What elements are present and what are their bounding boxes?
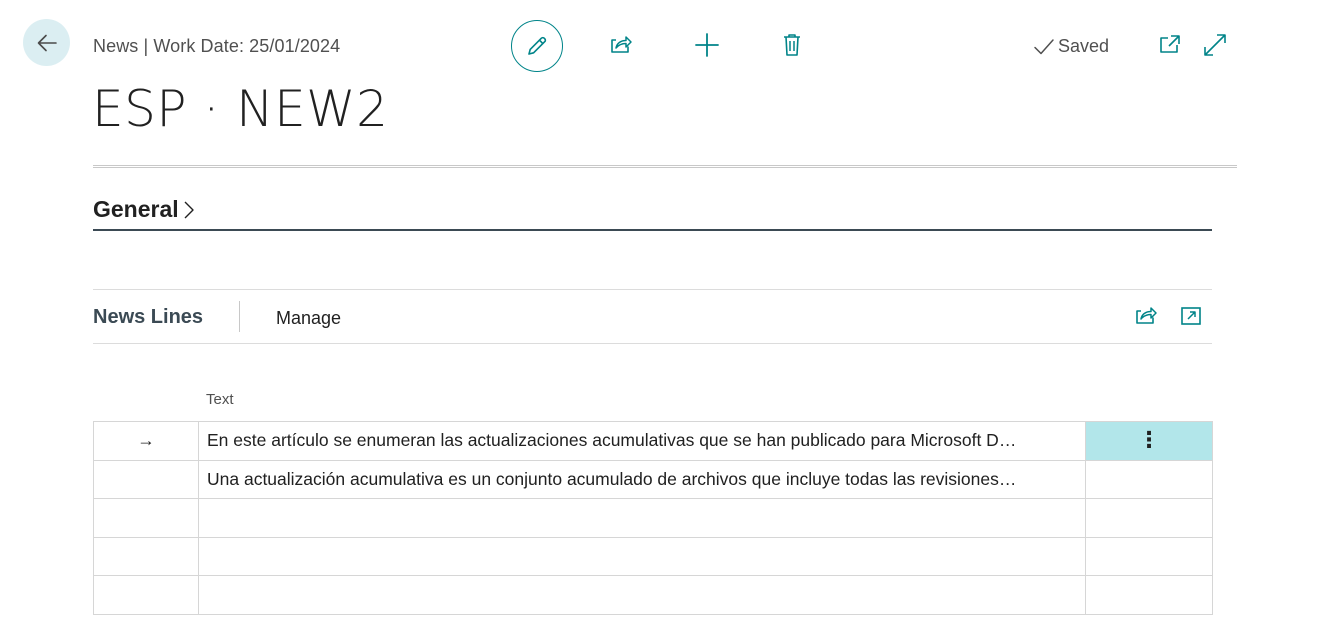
table-row[interactable]	[93, 536, 1213, 577]
row-marker	[93, 575, 199, 615]
news-lines-open-button[interactable]	[1179, 304, 1203, 333]
table-row[interactable]	[93, 575, 1213, 615]
arrow-left-icon	[37, 34, 57, 51]
table-row[interactable]	[93, 498, 1213, 538]
news-lines-separator	[239, 301, 240, 332]
chevron-right-icon	[184, 201, 194, 218]
row-marker: →	[93, 421, 199, 461]
text-cell[interactable]: Una actualización acumulativa es un conj…	[198, 459, 1086, 500]
title-divider	[93, 165, 1237, 168]
text-cell[interactable]	[198, 575, 1086, 615]
text-cell[interactable]	[198, 498, 1086, 538]
text-cell[interactable]	[198, 536, 1086, 577]
share-icon	[1136, 307, 1157, 324]
text-cell[interactable]: En este artículo se enumeran las actuali…	[198, 421, 1086, 461]
row-actions-cell[interactable]: ⋮	[1085, 421, 1213, 461]
open-in-new-window-button[interactable]	[1158, 33, 1182, 57]
expand-button[interactable]	[1203, 33, 1227, 57]
row-actions-cell[interactable]	[1085, 459, 1213, 500]
table-row[interactable]: → En este artículo se enumeran las actua…	[93, 421, 1213, 461]
general-label: General	[93, 196, 179, 222]
share-icon	[611, 36, 632, 53]
row-actions-cell[interactable]	[1085, 575, 1213, 615]
news-lines-table: → En este artículo se enumeran las actua…	[93, 421, 1213, 615]
row-marker	[93, 498, 199, 538]
column-header-text[interactable]: Text	[206, 391, 234, 408]
delete-button[interactable]	[779, 32, 805, 58]
row-marker	[93, 536, 199, 577]
news-lines-share-button[interactable]	[1134, 304, 1158, 333]
pencil-icon	[528, 36, 547, 55]
saved-label: Saved	[1058, 36, 1110, 56]
checkmark-icon	[1034, 38, 1054, 54]
open-in-new-window-icon	[1181, 307, 1201, 325]
open-in-new-window-icon	[1160, 35, 1180, 53]
general-divider	[93, 229, 1212, 231]
more-vertical-icon[interactable]: ⋮	[1138, 427, 1160, 452]
row-actions-cell[interactable]	[1085, 498, 1213, 538]
share-button[interactable]	[608, 32, 634, 58]
general-section-header[interactable]: General	[93, 196, 195, 223]
back-button[interactable]	[23, 19, 70, 66]
manage-menu[interactable]: Manage	[276, 308, 341, 329]
row-marker	[93, 459, 199, 500]
new-button[interactable]	[694, 32, 720, 58]
page-caption: News | Work Date: 25/01/2024	[93, 36, 341, 56]
table-row[interactable]: Una actualización acumulativa es un conj…	[93, 459, 1213, 500]
news-lines-header: News Lines Manage	[93, 289, 1212, 344]
plus-icon	[695, 33, 719, 57]
expand-icon	[1204, 34, 1226, 56]
saved-indicator: Saved	[1033, 36, 1109, 57]
row-actions-cell[interactable]	[1085, 536, 1213, 577]
edit-button[interactable]	[511, 20, 563, 72]
trash-icon	[784, 34, 800, 56]
news-lines-title: News Lines	[93, 306, 204, 328]
page-title: ESP · NEW2	[92, 80, 389, 138]
